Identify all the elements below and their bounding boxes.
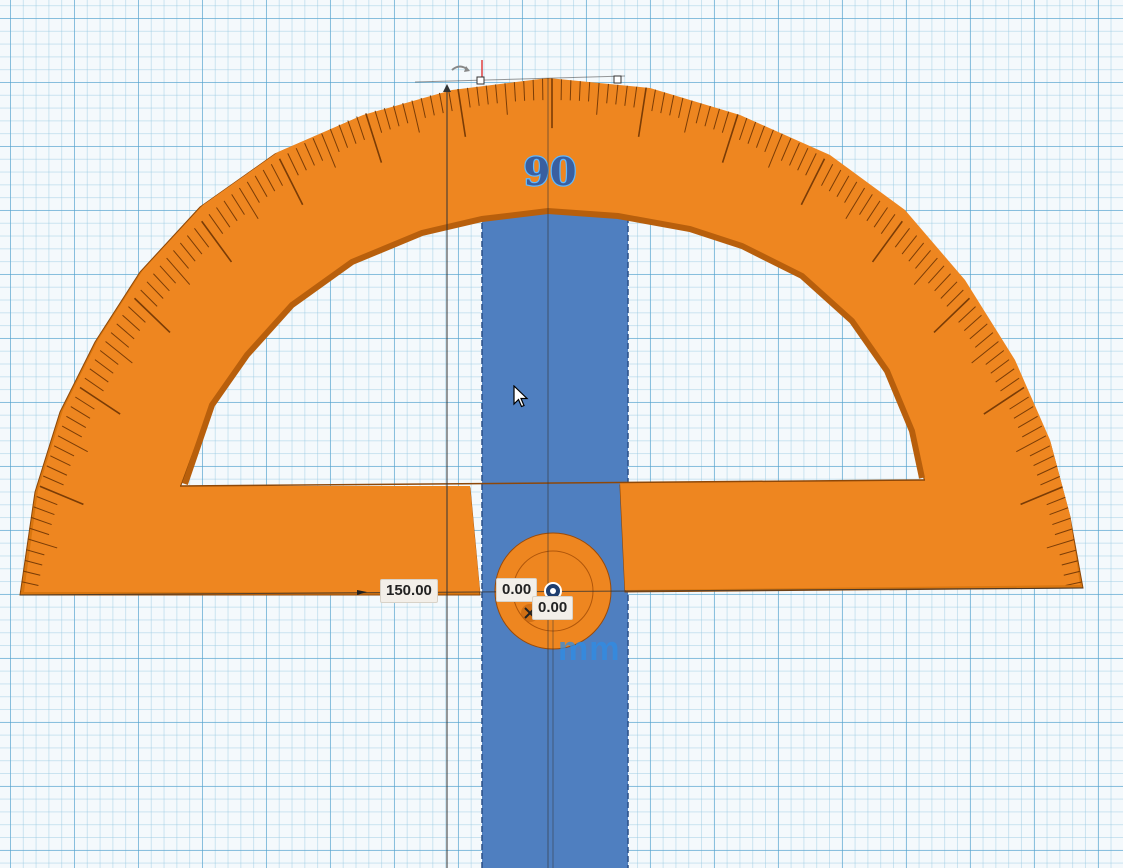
- tick-mark: [8, 656, 30, 658]
- tick-mark: [11, 624, 33, 627]
- tick-mark: [7, 678, 29, 679]
- height-handle-icon[interactable]: [443, 84, 451, 92]
- scale-handle-icon[interactable]: [476, 76, 485, 85]
- tick-mark: [1072, 635, 1094, 638]
- protractor-label-90: 90: [524, 149, 577, 194]
- scale-handle-icon[interactable]: [613, 75, 622, 84]
- tick-mark: [10, 635, 32, 638]
- tick-mark: [1074, 667, 1096, 668]
- tick-mark: [14, 602, 36, 606]
- tick-mark: [9, 646, 42, 649]
- tick-mark: [1075, 678, 1097, 679]
- rotate-handle-icon[interactable]: [451, 60, 483, 78]
- tick-mark: [1074, 656, 1096, 658]
- tick-mark: [1071, 624, 1093, 627]
- mouse-cursor-icon: [513, 385, 529, 408]
- tick-mark: [12, 613, 34, 616]
- length-dimension-input[interactable]: 150.00: [380, 579, 438, 603]
- tick-mark: [8, 667, 30, 668]
- offset-y-input[interactable]: 0.00: [532, 596, 574, 620]
- tick-mark: [1062, 646, 1095, 649]
- ghost-text-mm: mm: [558, 630, 621, 668]
- tick-mark: [1070, 613, 1092, 616]
- tick-mark: [1042, 590, 1082, 592]
- tick-mark: [1069, 602, 1091, 606]
- viewport-canvas[interactable]: 90: [0, 0, 1123, 868]
